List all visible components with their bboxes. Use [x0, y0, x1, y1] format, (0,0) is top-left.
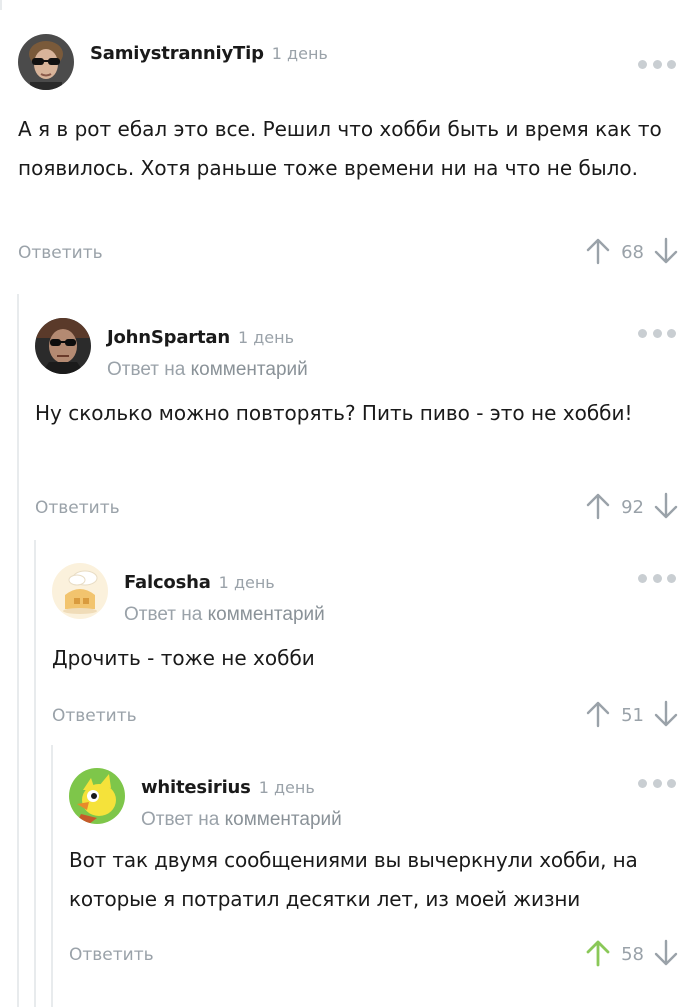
yellow-bird-avatar-icon [69, 768, 125, 824]
comment-footer: Ответить 68 [18, 237, 678, 277]
arrow-up-icon[interactable] [586, 939, 610, 967]
reply-to-label: Ответ на комментарий [124, 604, 325, 625]
avatar[interactable] [69, 768, 125, 824]
action-hero-avatar-icon [35, 318, 91, 374]
arrow-up-icon[interactable] [586, 492, 610, 520]
comment-text: Ну сколько можно повторять? Пить пиво - … [35, 401, 633, 425]
arrow-down-icon[interactable] [654, 939, 678, 967]
comment-time: 1 день [237, 328, 294, 347]
reply-to-comment-link[interactable]: комментарий [191, 359, 308, 380]
comment-header: SamiystranniyTip 1 день [18, 34, 678, 94]
comment-header: JohnSpartan 1 день Ответ на комментарий [35, 318, 678, 380]
thread-line [51, 745, 53, 1007]
avatar[interactable] [18, 34, 74, 90]
comment: Falcosha 1 день Ответ на комментарий Дроч… [52, 563, 678, 740]
comment-header: whitesirius 1 день Ответ на комментарий [69, 768, 678, 830]
reply-button[interactable]: Ответить [52, 706, 137, 726]
thread-line [34, 540, 36, 1007]
arrow-down-icon[interactable] [654, 237, 678, 265]
rating-value: 92 [621, 497, 644, 518]
cartoon-house-avatar-icon [52, 563, 108, 619]
comment: JohnSpartan 1 день Ответ на комментарий Н… [35, 318, 678, 532]
reply-to-label: Ответ на комментарий [107, 359, 308, 380]
reply-to-comment-link[interactable]: комментарий [208, 604, 325, 625]
arrow-up-icon[interactable] [586, 700, 610, 728]
comment-time: 1 день [218, 573, 275, 592]
reply-to-label: Ответ на комментарий [141, 809, 342, 830]
comment: SamiystranniyTip 1 день А я в рот ебал эт… [18, 34, 678, 277]
username[interactable]: Falcosha 1 день [124, 572, 275, 593]
comment-header: Falcosha 1 день Ответ на комментарий [52, 563, 678, 625]
avatar[interactable] [35, 318, 91, 374]
comment-footer: Ответить 58 [69, 939, 678, 979]
username[interactable]: JohnSpartan 1 день [107, 327, 294, 348]
rating-value: 51 [621, 705, 644, 726]
reply-to-comment-link[interactable]: комментарий [225, 809, 342, 830]
comment-time: 1 день [258, 778, 315, 797]
arrow-up-icon[interactable] [586, 237, 610, 265]
comment-text: А я в рот ебал это все. Решил что хобби … [18, 117, 662, 180]
arrow-down-icon[interactable] [654, 700, 678, 728]
comment-footer: Ответить 51 [52, 700, 678, 740]
comment: whitesirius 1 день Ответ на комментарий В… [69, 768, 678, 979]
more-options-button[interactable] [638, 570, 676, 586]
comment-text: Вот так двумя сообщениями вы вычеркнули … [69, 848, 638, 911]
username[interactable]: whitesirius 1 день [141, 777, 315, 798]
more-options-button[interactable] [638, 56, 676, 72]
comment-footer: Ответить 92 [35, 492, 678, 532]
thread-line [17, 294, 19, 1007]
reply-button[interactable]: Ответить [35, 498, 120, 518]
reply-button[interactable]: Ответить [69, 945, 154, 965]
avatar[interactable] [52, 563, 108, 619]
more-options-button[interactable] [638, 775, 676, 791]
comment-text: Дрочить - тоже не хобби [52, 646, 315, 670]
more-options-button[interactable] [638, 325, 676, 341]
comment-time: 1 день [271, 44, 328, 63]
man-sunglasses-avatar-icon [18, 34, 74, 90]
rating-value: 58 [621, 944, 644, 965]
rating-value: 68 [621, 242, 644, 263]
arrow-down-icon[interactable] [654, 492, 678, 520]
username[interactable]: SamiystranniyTip 1 день [90, 43, 328, 64]
thread-line [0, 0, 2, 10]
reply-button[interactable]: Ответить [18, 243, 103, 263]
